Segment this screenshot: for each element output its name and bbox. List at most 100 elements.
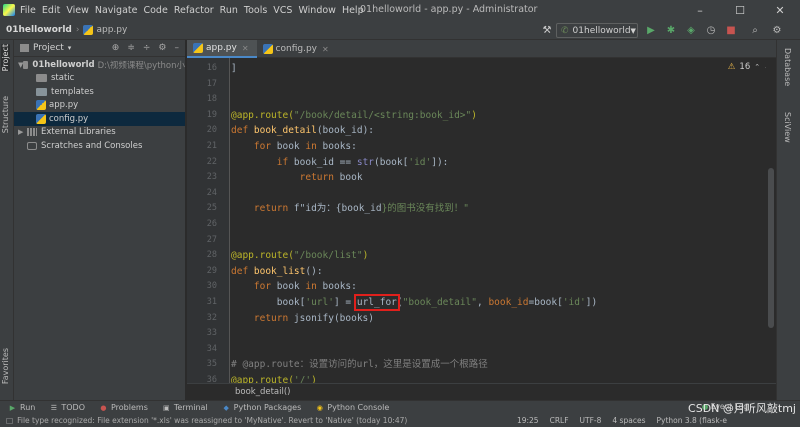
stop-icon[interactable]: ■ (724, 23, 738, 37)
tree-item-static[interactable]: static (14, 72, 185, 86)
folder-icon (36, 87, 47, 96)
tab-config-py[interactable]: config.py ✕ (257, 40, 337, 58)
tab-structure[interactable]: Structure (1, 96, 10, 133)
tree-root[interactable]: ▼ 01helloworld D:\视频课程\python小 (14, 58, 185, 72)
menu-tools[interactable]: Tools (244, 5, 267, 16)
tab-app-py[interactable]: app.py ✕ (187, 40, 257, 58)
editor-scrollbar[interactable] (766, 58, 776, 383)
code-line[interactable]: @app.route("/book/list") (231, 248, 766, 264)
line-number: 35 (206, 359, 217, 370)
tab-project[interactable]: Project (1, 44, 10, 72)
hide-icon[interactable]: – (175, 43, 180, 53)
nav-project[interactable]: 01helloworld (6, 25, 72, 35)
tab-sciview[interactable]: SciView (783, 112, 792, 143)
nav-file[interactable]: app.py (96, 25, 127, 35)
toolwindow-python-packages[interactable]: ◆ Python Packages (222, 403, 301, 412)
maximize-icon[interactable]: ☐ (720, 0, 760, 20)
tree-item-app-py[interactable]: app.py (14, 99, 185, 113)
code-line[interactable] (231, 77, 766, 93)
toolwindow-python-console[interactable]: ◉ Python Console (315, 403, 390, 412)
close-icon[interactable]: ✕ (242, 44, 249, 53)
chevron-right-icon[interactable]: ▶ (18, 128, 27, 136)
folder-icon (36, 74, 47, 83)
code-line[interactable]: return book (231, 170, 766, 186)
close-icon[interactable]: ✕ (322, 45, 329, 54)
python-interpreter[interactable]: Python 3.8 (flask-e (656, 416, 727, 425)
caret-position[interactable]: 19:25 (517, 416, 539, 425)
line-separator[interactable]: CRLF (550, 416, 569, 425)
code-line[interactable]: for book in books: (231, 279, 766, 295)
file-encoding[interactable]: UTF-8 (580, 416, 602, 425)
code-line[interactable]: return jsonify(books) (231, 311, 766, 327)
code-line[interactable]: # @app.route：设置访问的url，这里是设置成一个根路径 (231, 357, 766, 373)
locate-icon[interactable]: ⊕ (112, 43, 120, 53)
code-line[interactable]: @app.route("/book/detail/<string:book_id… (231, 108, 766, 124)
code-token: , (477, 297, 489, 308)
tree-external-libraries[interactable]: ▶ External Libraries (14, 126, 185, 140)
build-hammer-icon[interactable]: ⚒ (540, 23, 554, 37)
code-token: @app.route( (231, 375, 294, 383)
chevron-down-icon[interactable]: ▾ (68, 44, 72, 52)
code-line[interactable]: book['url'] = url_for("book_detail", boo… (231, 295, 766, 311)
project-panel-title[interactable]: Project (33, 43, 64, 53)
code-line[interactable] (231, 233, 766, 249)
expand-all-icon[interactable]: ÷ (143, 43, 151, 53)
close-icon[interactable]: ✕ (760, 0, 800, 20)
collapse-all-icon[interactable]: ≑ (127, 43, 135, 53)
status-square-icon[interactable]: □ (6, 416, 13, 425)
menu-window[interactable]: Window (298, 5, 335, 16)
settings-icon[interactable]: ⚙ (770, 23, 784, 37)
code-token: book_detail (253, 125, 317, 137)
indent-setting[interactable]: 4 spaces (612, 416, 645, 425)
code-line[interactable]: def book_list(): (231, 264, 766, 280)
toolwindow-terminal[interactable]: ▣ Terminal (162, 403, 208, 412)
breadcrumb-item[interactable]: book_detail() (235, 387, 291, 397)
line-number: 23 (206, 172, 217, 183)
minimize-icon[interactable]: – (680, 0, 720, 20)
code-editor[interactable]: ] @app.route("/book/detail/<string:book_i… (231, 58, 766, 383)
menu-file[interactable]: File (20, 5, 36, 16)
menu-view[interactable]: View (66, 5, 89, 16)
tree-item-templates[interactable]: templates (14, 85, 185, 99)
scrollbar-thumb[interactable] (768, 168, 774, 328)
menu-navigate[interactable]: Navigate (95, 5, 138, 16)
code-line[interactable] (231, 217, 766, 233)
code-line[interactable] (231, 186, 766, 202)
run-icon[interactable]: ▶ (644, 23, 658, 37)
search-icon[interactable]: ⌕ (748, 23, 762, 37)
menu-vcs[interactable]: VCS (273, 5, 292, 16)
profile-icon[interactable]: ◷ (704, 23, 718, 37)
code-line[interactable]: for book in books: (231, 139, 766, 155)
tree-item-label: Scratches and Consoles (41, 140, 143, 151)
menu-edit[interactable]: Edit (42, 5, 60, 16)
toolwindow-todo[interactable]: ☰ TODO (49, 403, 85, 412)
code-line[interactable]: @app.route('/') (231, 373, 766, 383)
coverage-icon[interactable]: ◈ (684, 23, 698, 37)
code-line[interactable]: ] (231, 61, 766, 77)
tree-item-config-py[interactable]: config.py (14, 112, 185, 126)
toolwindow-run[interactable]: ▶ Run (8, 403, 36, 412)
code-line[interactable] (231, 92, 766, 108)
line-number: 25 (206, 203, 217, 214)
code-line[interactable]: def book_detail(book_id): (231, 123, 766, 139)
menu-run[interactable]: Run (220, 5, 238, 16)
inspection-widget[interactable]: ⚠ 16 ⌃ ⌄ (728, 62, 770, 72)
line-number-gutter[interactable]: 16 17 18 19 20 21 22 23 24 25 26 27 28 29 30 31 32 33 34 35… (187, 58, 230, 385)
code-line[interactable] (231, 342, 766, 358)
chevron-up-icon[interactable]: ⌃ (754, 63, 760, 71)
code-line[interactable] (231, 326, 766, 342)
toolwindow-problems[interactable]: ● Problems (99, 403, 147, 412)
code-token: '/' (293, 375, 312, 383)
gear-icon[interactable]: ⚙ (158, 43, 166, 53)
menu-code[interactable]: Code (143, 5, 167, 16)
run-config-select[interactable]: ✆ 01helloworld ▼ (556, 23, 638, 38)
code-line[interactable]: if book_id == str(book['id']): (231, 155, 766, 171)
status-message[interactable]: File type recognized: File extension '*.… (17, 416, 407, 425)
debug-icon[interactable]: ✱ (664, 23, 678, 37)
library-icon (27, 128, 37, 137)
tree-scratches[interactable]: Scratches and Consoles (14, 139, 185, 153)
tab-database[interactable]: Database (783, 48, 792, 86)
tab-favorites[interactable]: Favorites (1, 348, 10, 384)
menu-refactor[interactable]: Refactor (174, 5, 214, 16)
code-line[interactable]: return f"id为：{book_id}的图书没有找到！" (231, 201, 766, 217)
